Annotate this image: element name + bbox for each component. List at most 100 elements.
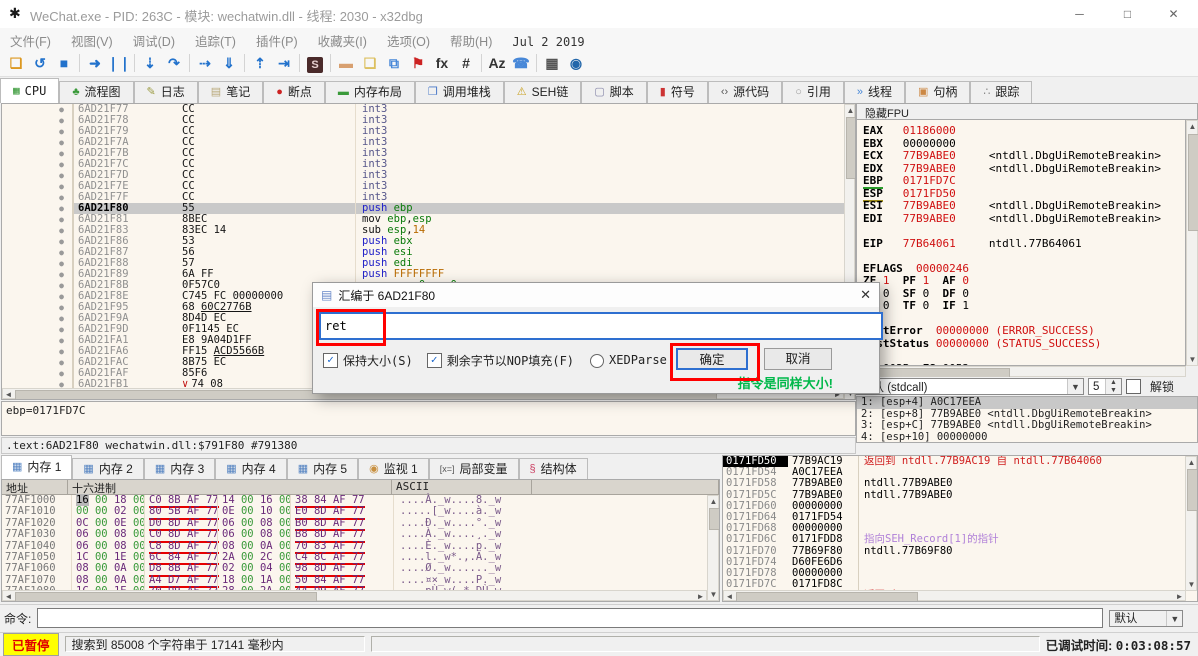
breakpoint-dot[interactable]: ● xyxy=(59,292,64,301)
hex-header-bytes[interactable]: 十六进制 xyxy=(68,480,392,495)
strings-icon[interactable]: S xyxy=(303,53,327,73)
tab-局部变量[interactable]: [x=]局部变量 xyxy=(429,458,519,479)
hex-hscrollbar[interactable]: ◄► xyxy=(2,590,707,601)
register-line[interactable]: EIP 77B64061 ntdll.77B64061 xyxy=(857,238,1185,251)
dialog-title-bar[interactable]: ▤ 汇编于 6AD21F80 ✕ xyxy=(313,283,879,307)
run-icon[interactable]: ➜ xyxy=(83,53,107,73)
disasm-row[interactable]: ●6AD21F7CCCint3 xyxy=(2,159,855,170)
breakpoint-dot[interactable]: ● xyxy=(59,237,64,246)
globe-icon[interactable]: ◉ xyxy=(564,53,588,73)
tab-内存 5[interactable]: ▦内存 5 xyxy=(287,458,358,479)
breakpoint-gutter[interactable]: ● xyxy=(2,258,74,269)
breakpoint-dot[interactable]: ● xyxy=(59,270,64,279)
stack-row[interactable]: 0171FD6C0171FDD8指向SEH_Record[1]的指针 xyxy=(723,534,1197,545)
breakpoint-gutter[interactable]: ● xyxy=(2,225,74,236)
breakpoint-dot[interactable]: ● xyxy=(59,259,64,268)
stack-row[interactable]: 0171FD7C0171FD8C xyxy=(723,579,1197,590)
stop-icon[interactable]: ■ xyxy=(52,53,76,73)
breakpoint-dot[interactable]: ● xyxy=(59,149,64,158)
breakpoint-dot[interactable]: ● xyxy=(59,325,64,334)
breakpoint-gutter[interactable]: ● xyxy=(2,269,74,280)
memory-dump-panel[interactable]: 地址 十六进制 ASCII 77AF100016 00 18 00C0 8B A… xyxy=(1,479,720,602)
stack-hscrollbar[interactable]: ◄► xyxy=(723,590,1186,601)
assemble-instruction-input[interactable] xyxy=(319,312,883,340)
disasm-row[interactable]: ●6AD21F7ACCint3 xyxy=(2,137,855,148)
registers-panel[interactable]: EAX 01186000EBX 00000000ECX 77B9ABE0 <nt… xyxy=(856,120,1186,366)
breakpoint-dot[interactable]: ● xyxy=(59,127,64,136)
argument-row[interactable]: 3: [esp+C] 77B9ABE0 <ntdll.DbgUiRemoteBr… xyxy=(857,420,1197,432)
hex-header-address[interactable]: 地址 xyxy=(2,480,68,495)
tab-笔记[interactable]: ▤笔记 xyxy=(198,81,263,103)
unlock-checkbox[interactable]: ✓ xyxy=(1126,379,1141,394)
run-to-selection-icon[interactable]: ⇢ xyxy=(193,53,217,73)
register-line[interactable]: LastStatus 00000000 (STATUS_SUCCESS) xyxy=(857,338,1185,351)
breakpoint-dot[interactable]: ● xyxy=(59,138,64,147)
tab-引用[interactable]: ○引用 xyxy=(782,81,844,103)
breakpoint-dot[interactable]: ● xyxy=(59,215,64,224)
execute-till-return-icon[interactable]: ⇓ xyxy=(217,53,241,73)
tab-脚本[interactable]: ▢脚本 xyxy=(581,81,646,103)
tab-内存布局[interactable]: ▬内存布局 xyxy=(325,81,415,103)
arguments-panel[interactable]: 1: [esp+4] A0C17EEA2: [esp+8] 77B9ABE0 <… xyxy=(856,396,1198,443)
tab-内存 4[interactable]: ▦内存 4 xyxy=(215,458,286,479)
register-line[interactable]: EDI 77B9ABE0 <ntdll.DbgUiRemoteBreakin> xyxy=(857,213,1185,226)
breakpoint-dot[interactable]: ● xyxy=(59,281,64,290)
breakpoint-gutter[interactable]: ● xyxy=(2,291,74,302)
disasm-row[interactable]: ●6AD21F8756push esi xyxy=(2,247,855,258)
tab-SEH链[interactable]: ⚠SEH链 xyxy=(504,81,582,103)
breakpoint-dot[interactable]: ● xyxy=(59,193,64,202)
breakpoint-gutter[interactable]: ● xyxy=(2,236,74,247)
breakpoint-gutter[interactable]: ● xyxy=(2,203,74,214)
breakpoint-gutter[interactable]: ● xyxy=(2,115,74,126)
breakpoint-dot[interactable]: ● xyxy=(59,105,64,114)
tab-流程图[interactable]: ♣流程图 xyxy=(59,81,133,103)
disasm-row[interactable]: ●6AD21F8653push ebx xyxy=(2,236,855,247)
breakpoint-dot[interactable]: ● xyxy=(59,226,64,235)
disasm-row[interactable]: ●6AD21F78CCint3 xyxy=(2,115,855,126)
breakpoint-gutter[interactable]: ● xyxy=(2,346,74,357)
open-file-icon[interactable]: ❏ xyxy=(4,53,28,73)
breakpoint-gutter[interactable]: ● xyxy=(2,214,74,225)
labels-icon[interactable]: ⧉ xyxy=(382,53,406,73)
disasm-row[interactable]: ●6AD21F79CCint3 xyxy=(2,126,855,137)
breakpoint-dot[interactable]: ● xyxy=(59,248,64,257)
dialog-close-icon[interactable]: ✕ xyxy=(860,287,871,303)
command-profile-select[interactable]: 默认▼ xyxy=(1109,610,1183,627)
tab-内存 3[interactable]: ▦内存 3 xyxy=(144,458,215,479)
bookmarks-icon[interactable]: ⚑ xyxy=(406,53,430,73)
breakpoint-gutter[interactable]: ● xyxy=(2,159,74,170)
tab-跟踪[interactable]: ∴跟踪 xyxy=(970,81,1032,103)
disasm-row[interactable]: ●6AD21F77CCint3 xyxy=(2,104,855,115)
breakpoint-gutter[interactable]: ● xyxy=(2,104,74,115)
breakpoint-gutter[interactable]: ● xyxy=(2,170,74,181)
breakpoint-dot[interactable]: ● xyxy=(59,314,64,323)
command-input[interactable] xyxy=(37,608,1103,628)
step-out-icon[interactable]: ⇡ xyxy=(248,53,272,73)
breakpoint-dot[interactable]: ● xyxy=(59,347,64,356)
hide-fpu-button[interactable]: 隐藏FPU xyxy=(856,103,1198,120)
cancel-button[interactable]: 取消 xyxy=(764,348,832,370)
breakpoint-gutter[interactable]: ● xyxy=(2,137,74,148)
restart-icon[interactable]: ↺ xyxy=(28,53,52,73)
step-over-icon[interactable]: ↷ xyxy=(162,53,186,73)
disasm-row[interactable]: ●6AD21F8383EC 14sub esp,14 xyxy=(2,225,855,236)
breakpoint-dot[interactable]: ● xyxy=(59,336,64,345)
breakpoint-gutter[interactable]: ● xyxy=(2,280,74,291)
breakpoint-gutter[interactable]: ● xyxy=(2,247,74,258)
tab-句柄[interactable]: ▣句柄 xyxy=(905,81,970,103)
breakpoint-gutter[interactable]: ● xyxy=(2,148,74,159)
hex-header-ascii[interactable]: ASCII xyxy=(392,480,532,495)
maximize-button[interactable]: □ xyxy=(1105,0,1150,28)
breakpoint-dot[interactable]: ● xyxy=(59,182,64,191)
argument-row[interactable]: 1: [esp+4] A0C17EEA xyxy=(857,397,1197,409)
attach-icon[interactable]: ☎ xyxy=(509,53,533,73)
close-button[interactable]: ✕ xyxy=(1151,0,1196,28)
keep-size-checkbox[interactable]: ✓ xyxy=(323,353,338,368)
run-to-user-code-icon[interactable]: ⇥ xyxy=(272,53,296,73)
stack-vscrollbar[interactable]: ▲▼ xyxy=(1185,456,1197,591)
tab-内存 2[interactable]: ▦内存 2 xyxy=(72,458,143,479)
tab-日志[interactable]: ✎日志 xyxy=(134,81,198,103)
disasm-row[interactable]: ●6AD21F7FCCint3 xyxy=(2,192,855,203)
argument-row[interactable]: 4: [esp+10] 00000000 xyxy=(857,432,1197,444)
calculator-icon[interactable]: ▦ xyxy=(540,53,564,73)
